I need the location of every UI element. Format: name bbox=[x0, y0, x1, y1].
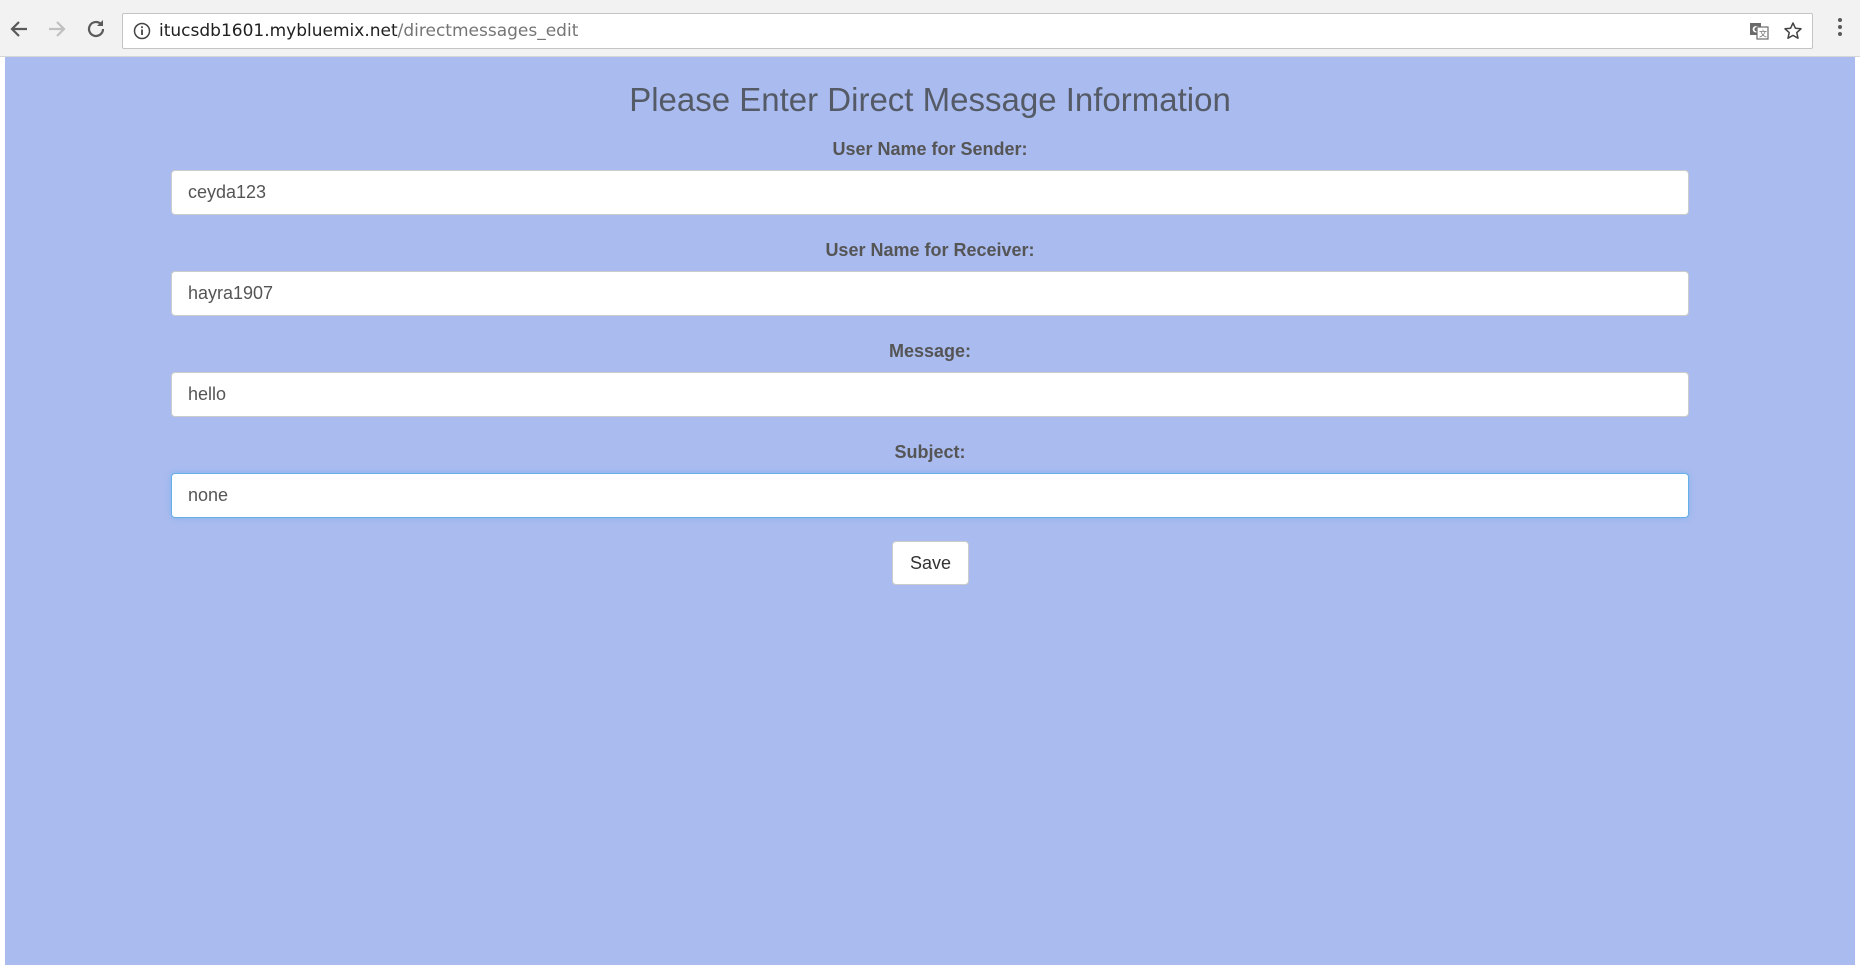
sender-label: User Name for Sender: bbox=[832, 139, 1028, 159]
browser-toolbar: itucsdb1601.mybluemix.net/directmessages… bbox=[0, 0, 1860, 57]
url-host: itucsdb1601.mybluemix.net bbox=[159, 21, 398, 41]
save-button[interactable]: Save bbox=[892, 541, 969, 585]
svg-text:文: 文 bbox=[1759, 29, 1767, 39]
receiver-label: User Name for Receiver: bbox=[825, 240, 1035, 260]
omnibox-actions: G文 bbox=[1748, 20, 1804, 42]
url-text: itucsdb1601.mybluemix.net/directmessages… bbox=[159, 21, 578, 41]
star-icon[interactable] bbox=[1782, 20, 1804, 42]
reload-button[interactable] bbox=[81, 14, 111, 44]
receiver-username-input[interactable] bbox=[171, 271, 1689, 316]
message-label: Message: bbox=[888, 341, 972, 361]
url-path: /directmessages_edit bbox=[397, 21, 579, 41]
sender-username-input[interactable] bbox=[171, 170, 1689, 215]
subject-label: Subject: bbox=[894, 442, 966, 462]
address-bar[interactable]: itucsdb1601.mybluemix.net/directmessages… bbox=[122, 13, 1813, 49]
page-title: Please Enter Direct Message Information bbox=[629, 81, 1231, 118]
back-button[interactable] bbox=[4, 14, 34, 44]
reload-icon bbox=[85, 18, 107, 40]
page-content: Please Enter Direct Message Information … bbox=[5, 57, 1855, 965]
forward-arrow-icon bbox=[46, 18, 68, 40]
info-icon[interactable] bbox=[133, 22, 151, 40]
back-arrow-icon bbox=[8, 18, 30, 40]
translate-icon[interactable]: G文 bbox=[1748, 20, 1770, 42]
forward-button[interactable] bbox=[42, 14, 72, 44]
subject-input[interactable] bbox=[171, 473, 1689, 518]
kebab-menu-icon bbox=[1837, 17, 1843, 42]
message-input[interactable] bbox=[171, 372, 1689, 417]
browser-menu-button[interactable] bbox=[1825, 14, 1855, 44]
